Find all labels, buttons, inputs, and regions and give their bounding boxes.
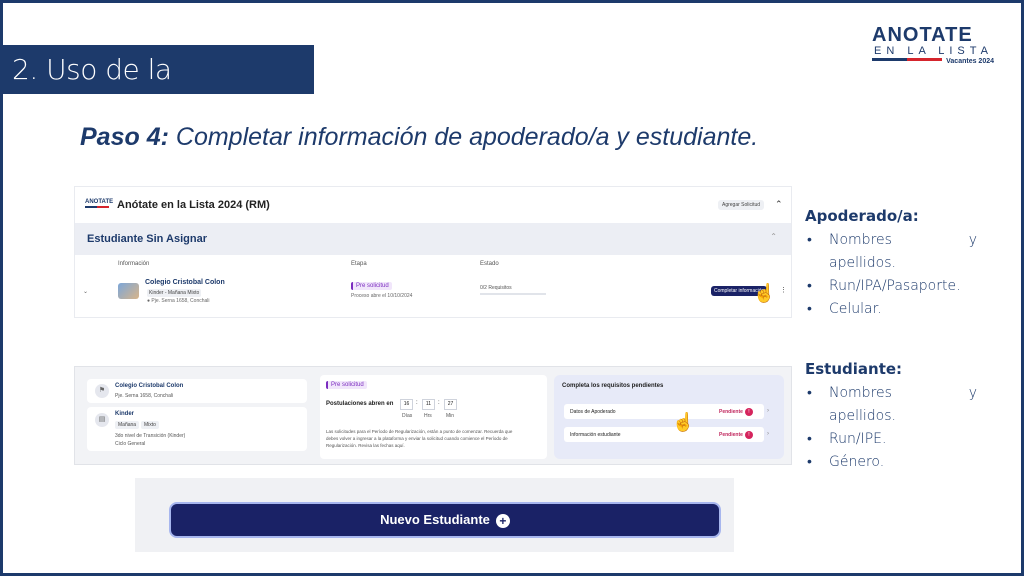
gender-chip: Mixto [141, 421, 159, 429]
screenshot-application-list: ANOTATE Anótate en la Lista 2024 (RM) Ag… [74, 186, 792, 318]
guardian-item-names: • Nombres y [807, 232, 977, 248]
chevron-right-icon[interactable]: › [767, 408, 769, 414]
stage-card: Pre solicitud Postulaciones abren en 16 … [320, 375, 547, 459]
notice-line-1: Las solicitudes para el Período de Regul… [326, 429, 513, 434]
step-heading: Paso 4: Completar información de apodera… [80, 123, 758, 152]
student-item-id: • Run/IPE. [807, 431, 887, 447]
level-cycle: Ciclo General [115, 441, 146, 447]
countdown-minutes: 27 [444, 399, 457, 410]
school-card: ⚑ Colegio Cristobal Colon Pje. Serna 165… [87, 379, 307, 403]
app-title: Anótate en la Lista 2024 (RM) [117, 199, 270, 211]
school-tags: Kinder - Mañana Mixto [147, 289, 202, 297]
requirements-count: 0/2 Requisitos [480, 285, 512, 291]
app-logo: ANOTATE [85, 199, 113, 208]
student-title: Estudiante: [805, 360, 903, 378]
stage-subtext: Proceso abre el 10/10/2024 [351, 293, 413, 299]
step-label: Paso 4: [80, 123, 169, 151]
alert-icon: ! [745, 431, 753, 439]
guardian-item-id: • Run/IPA/Pasaporte. [807, 278, 961, 294]
group-title: Estudiante Sin Asignar [87, 233, 208, 245]
anotate-logo: ANOTATE EN LA LISTA Vacantes 2024 [872, 25, 996, 69]
new-student-button[interactable]: Nuevo Estudiante + [169, 502, 721, 538]
stage-badge: Pre solicitud [351, 282, 392, 290]
chevron-up-icon[interactable]: ⌃ [775, 199, 783, 210]
countdown-separator: : [416, 400, 418, 406]
requirement-student-info[interactable]: Información estudiante Pendiente ! [564, 427, 764, 442]
countdown-days: 16 [400, 399, 413, 410]
pointer-hand-icon: ☝ [672, 412, 695, 432]
column-header-status: Estado [480, 261, 499, 267]
notice-line-3: Regularización. Revisa las fechas aquí. [326, 443, 405, 448]
countdown-separator: : [438, 400, 440, 406]
hours-label: Hrs [424, 413, 432, 419]
requirement-guardian-data[interactable]: Datos de Apoderado Pendiente ! [564, 404, 764, 419]
column-header-info: Información [118, 261, 150, 267]
chevron-down-icon[interactable]: ⌄ [83, 288, 88, 295]
screenshot-application-detail: ⚑ Colegio Cristobal Colon Pje. Serna 165… [74, 366, 792, 465]
requirements-progress [480, 293, 546, 295]
guardian-item-phone: • Celular. [807, 301, 882, 317]
notice-line-2: debes volver a ingresar a la plataforma … [326, 436, 508, 441]
countdown-hours: 11 [422, 399, 435, 410]
document-icon: ▤ [95, 413, 109, 427]
alert-icon: ! [745, 408, 753, 416]
level-description: 3do nivel de Transición (Kinder) [115, 433, 186, 439]
student-group-header[interactable]: Estudiante Sin Asignar ⌃ [75, 223, 791, 255]
student-item-names-cont: apellidos. [829, 408, 896, 424]
column-header-stage: Etapa [351, 261, 367, 267]
requirement-label: Datos de Apoderado [570, 409, 616, 415]
minutes-label: Min [446, 413, 455, 419]
step-description: Completar información de apoderado/a y e… [168, 123, 759, 151]
opens-label: Postulaciones abren en [326, 401, 394, 407]
guardian-title: Apoderado/a: [805, 207, 919, 225]
logo-line3: Vacantes 2024 [946, 58, 994, 65]
level-card: ▤ Kinder Mañana Mixto 3do nivel de Trans… [87, 407, 307, 451]
logo-flag-bar [872, 58, 942, 61]
add-request-button[interactable]: Agregar Solicitud [718, 200, 765, 210]
more-options-icon[interactable]: ⋮ [780, 286, 787, 294]
school-name: Colegio Cristobal Colon [115, 383, 184, 389]
section-title: 2. Uso de la plataforma [3, 45, 314, 135]
logo-line1: ANOTATE [872, 24, 973, 46]
level-name: Kinder [115, 411, 135, 417]
stage-badge: Pre solicitud [326, 381, 367, 389]
guardian-requirements: Apoderado/a: • Nombres y apellidos. • Run/I… [805, 207, 977, 321]
plus-icon: + [495, 513, 510, 528]
pointer-hand-icon: ☝ [753, 283, 776, 303]
student-item-gender: • Género. [807, 454, 885, 470]
school-address: Pje. Serna 1658, Conchali [115, 393, 174, 399]
school-icon: ⚑ [95, 384, 109, 398]
pending-badge: Pendiente [719, 432, 743, 438]
chevron-up-icon[interactable]: ⌃ [770, 232, 777, 241]
requirement-label: Información estudiante [570, 432, 621, 438]
student-requirements: Estudiante: • Nombres y apellidos. • Run/IP… [805, 360, 977, 474]
pending-badge: Pendiente [719, 409, 743, 415]
logo-line2: EN LA LISTA [874, 45, 993, 57]
student-item-names: • Nombres y [807, 385, 977, 401]
screenshot-new-student: Nuevo Estudiante + [135, 478, 734, 552]
requirements-title: Completa los requisitos pendientes [562, 383, 664, 389]
chevron-right-icon[interactable]: › [767, 431, 769, 437]
school-name: Colegio Cristobal Colon [145, 279, 225, 286]
pending-requirements-card: Completa los requisitos pendientes Datos… [554, 375, 784, 459]
shift-chip: Mañana [115, 421, 140, 429]
school-address: ● Pje. Serna 1658, Conchali [147, 298, 210, 304]
school-thumbnail [118, 283, 139, 299]
guardian-item-names-cont: apellidos. [829, 255, 896, 271]
new-student-label: Nuevo Estudiante [380, 512, 490, 527]
days-label: Días [402, 413, 413, 419]
